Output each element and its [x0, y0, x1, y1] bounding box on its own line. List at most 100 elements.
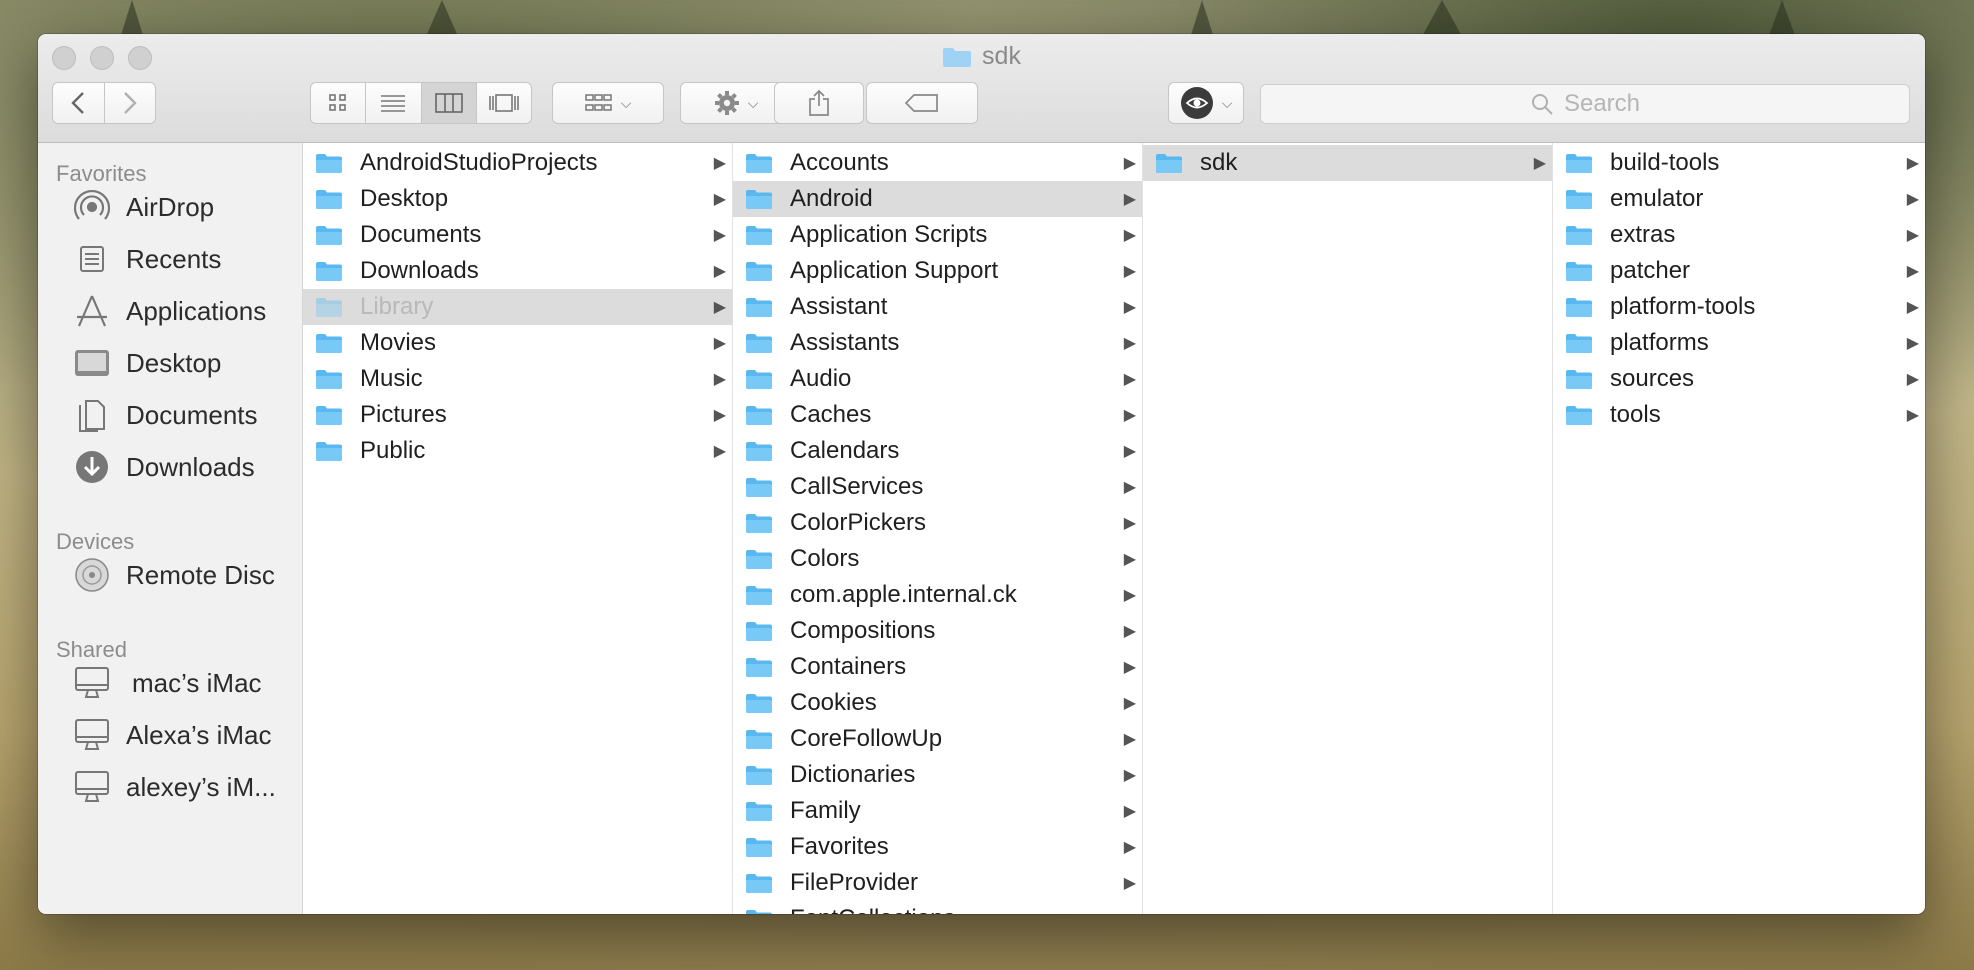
folder-name: Cookies — [790, 689, 877, 716]
sidebar-item-desktop[interactable]: Desktop — [72, 343, 221, 383]
tags-button[interactable] — [866, 82, 978, 124]
folder-row[interactable]: Assistant ▶ — [733, 289, 1142, 325]
folder-row[interactable]: sources ▶ — [1553, 361, 1925, 397]
folder-row[interactable]: Caches ▶ — [733, 397, 1142, 433]
folder-row[interactable]: com.apple.internal.ck ▶ — [733, 577, 1142, 613]
folder-row[interactable]: Cookies ▶ — [733, 685, 1142, 721]
folder-row[interactable]: Colors ▶ — [733, 541, 1142, 577]
folder-name: Containers — [790, 653, 907, 680]
folder-row[interactable]: Application Scripts ▶ — [733, 217, 1142, 253]
folder-name: platform-tools — [1610, 293, 1756, 320]
folder-name: AndroidStudioProjects — [360, 149, 598, 176]
folder-row[interactable]: tools ▶ — [1553, 397, 1925, 433]
folder-row[interactable]: Favorites ▶ — [733, 829, 1142, 865]
folder-icon — [745, 764, 773, 786]
search-icon — [1531, 94, 1553, 115]
folder-row[interactable]: sdk ▶ — [1143, 145, 1552, 181]
folder-row[interactable]: Public ▶ — [303, 433, 732, 469]
folder-row[interactable]: Music ▶ — [303, 361, 732, 397]
folder-name: Application Support — [790, 257, 999, 284]
folder-row[interactable]: CallServices ▶ — [733, 469, 1142, 505]
grid-icon — [329, 94, 346, 111]
sidebar-item-remote-disc[interactable]: Remote Disc — [72, 555, 275, 595]
disclosure-arrow-icon: ▶ — [713, 443, 726, 460]
disclosure-arrow-icon: ▶ — [1123, 767, 1136, 784]
folder-row[interactable]: Dictionaries ▶ — [733, 757, 1142, 793]
sidebar-item-shared-3[interactable]: alexey’s iM... — [72, 767, 276, 807]
folder-name: Colors — [790, 545, 860, 572]
share-icon — [809, 89, 829, 116]
folder-row[interactable]: Movies ▶ — [303, 325, 732, 361]
folder-row[interactable]: platforms ▶ — [1553, 325, 1925, 361]
folder-name: extras — [1610, 221, 1676, 248]
disclosure-arrow-icon: ▶ — [713, 299, 726, 316]
sidebar-item-documents[interactable]: Documents — [72, 395, 258, 435]
folder-row[interactable]: Pictures ▶ — [303, 397, 732, 433]
folder-icon — [1565, 368, 1593, 390]
folder-icon — [745, 908, 773, 914]
folder-icon — [1565, 260, 1593, 282]
folder-icon — [745, 548, 773, 570]
browser-column-4[interactable]: build-tools ▶ emulator ▶ extras ▶ patcher ▶ plat… — [1553, 143, 1925, 914]
folder-row[interactable]: CoreFollowUp ▶ — [733, 721, 1142, 757]
sidebar-item-recents[interactable]: Recents — [72, 239, 221, 279]
folder-row[interactable]: Android ▶ — [733, 181, 1142, 217]
folder-row[interactable]: Compositions ▶ — [733, 613, 1142, 649]
share-button[interactable] — [774, 82, 864, 124]
sidebar-item-shared-1[interactable]: mac’s iMac — [72, 663, 262, 703]
folder-name: Movies — [360, 329, 437, 356]
imac-icon — [72, 715, 112, 755]
downloads-icon — [72, 447, 112, 487]
folder-row[interactable]: Assistants ▶ — [733, 325, 1142, 361]
group-by-button[interactable]: ⌵ — [552, 82, 664, 124]
disc-icon — [72, 555, 112, 595]
columns-icon — [434, 93, 463, 113]
sidebar-item-airdrop[interactable]: AirDrop — [72, 187, 214, 227]
folder-row[interactable]: platform-tools ▶ — [1553, 289, 1925, 325]
folder-name: Family — [790, 797, 861, 824]
icon-view-button[interactable] — [311, 83, 367, 123]
folder-name: CallServices — [790, 473, 924, 500]
folder-row[interactable]: AndroidStudioProjects ▶ — [303, 145, 732, 181]
folder-row[interactable]: FileProvider ▶ — [733, 865, 1142, 901]
folder-icon — [745, 260, 773, 282]
folder-row[interactable]: extras ▶ — [1553, 217, 1925, 253]
sidebar-item-applications[interactable]: Applications — [72, 291, 266, 331]
gallery-view-button[interactable] — [477, 83, 531, 123]
search-field[interactable]: Search — [1260, 84, 1910, 124]
folder-name: Public — [360, 437, 426, 464]
browser-column-2[interactable]: Accounts ▶ Android ▶ Application Scripts ▶ App… — [733, 143, 1143, 914]
folder-row[interactable]: Containers ▶ — [733, 649, 1142, 685]
folder-row[interactable]: emulator ▶ — [1553, 181, 1925, 217]
disclosure-arrow-icon: ▶ — [1123, 371, 1136, 388]
folder-row[interactable]: Audio ▶ — [733, 361, 1142, 397]
folder-row[interactable]: Application Support ▶ — [733, 253, 1142, 289]
disclosure-arrow-icon: ▶ — [1123, 407, 1136, 424]
quick-look-button[interactable]: ⌵ — [1168, 82, 1244, 124]
folder-row[interactable]: Calendars ▶ — [733, 433, 1142, 469]
folder-row[interactable]: FontCollections ▶ — [733, 901, 1142, 914]
folder-row[interactable]: Documents ▶ — [303, 217, 732, 253]
forward-button[interactable] — [105, 83, 156, 123]
folder-row[interactable]: ColorPickers ▶ — [733, 505, 1142, 541]
folder-icon — [745, 728, 773, 750]
folder-row[interactable]: Desktop ▶ — [303, 181, 732, 217]
disclosure-arrow-icon: ▶ — [713, 371, 726, 388]
folder-row[interactable]: Family ▶ — [733, 793, 1142, 829]
folder-row[interactable]: patcher ▶ — [1553, 253, 1925, 289]
list-view-button[interactable] — [366, 83, 422, 123]
folder-name: Calendars — [790, 437, 900, 464]
folder-row[interactable]: build-tools ▶ — [1553, 145, 1925, 181]
back-button[interactable] — [53, 83, 105, 123]
column-view-button[interactable] — [421, 83, 477, 123]
disclosure-arrow-icon: ▶ — [1123, 479, 1136, 496]
sidebar-item-shared-2[interactable]: Alexa’s iMac — [72, 715, 271, 755]
disclosure-arrow-icon: ▶ — [1906, 191, 1919, 208]
folder-row[interactable]: Accounts ▶ — [733, 145, 1142, 181]
sidebar-item-downloads[interactable]: Downloads — [72, 447, 255, 487]
browser-column-1[interactable]: AndroidStudioProjects ▶ Desktop ▶ Documents ▶… — [303, 143, 733, 914]
folder-icon — [315, 260, 343, 282]
folder-row[interactable]: Downloads ▶ — [303, 253, 732, 289]
browser-column-3[interactable]: sdk ▶ — [1143, 143, 1553, 914]
folder-row[interactable]: Library ▶ — [303, 289, 732, 325]
